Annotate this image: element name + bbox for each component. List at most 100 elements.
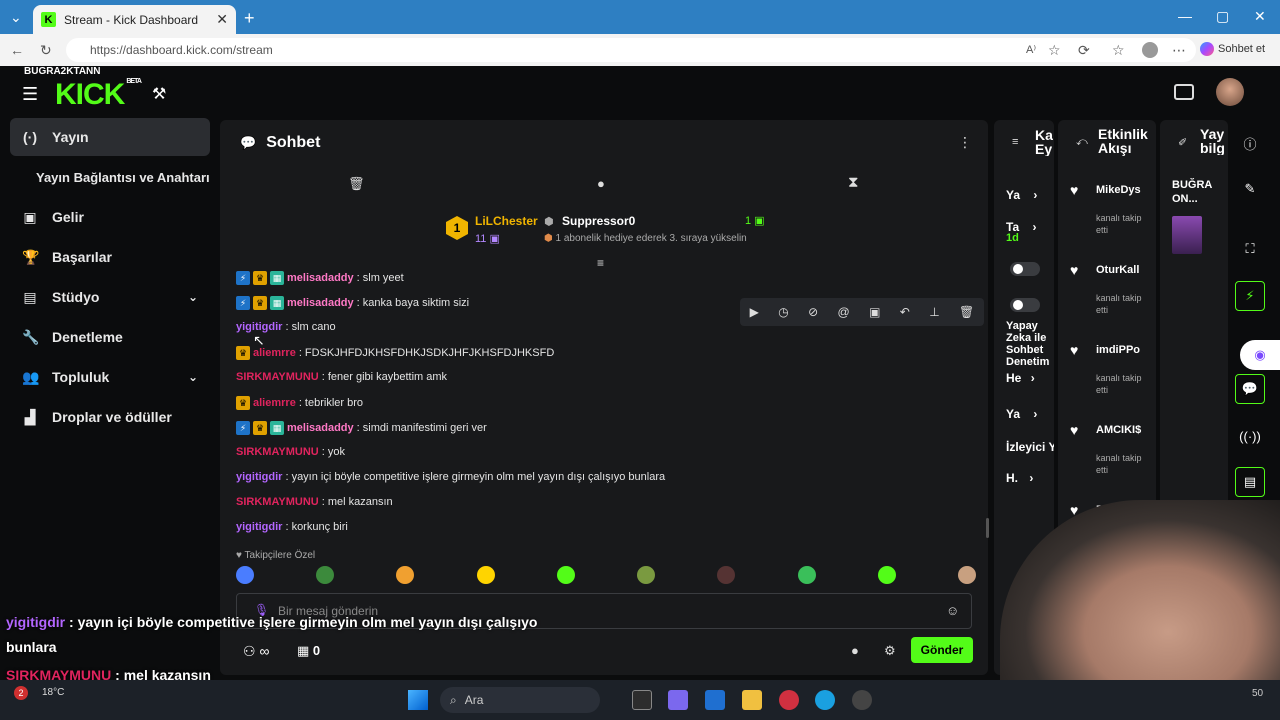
camera-icon[interactable] bbox=[1174, 84, 1194, 100]
teams-icon[interactable] bbox=[668, 690, 688, 710]
close-tab-icon[interactable]: ✕ bbox=[216, 11, 228, 28]
activity-feed-item[interactable]: ♥ OturKall kanalı takip etti bbox=[1070, 262, 1150, 332]
dashboard-icon[interactable]: ▤ bbox=[1235, 467, 1265, 497]
reload-icon[interactable]: ↻ bbox=[40, 42, 52, 59]
profile-icon[interactable] bbox=[1142, 42, 1158, 58]
avatar[interactable] bbox=[1216, 78, 1244, 106]
edge-icon[interactable] bbox=[815, 690, 835, 710]
maximize-icon[interactable]: ▢ bbox=[1216, 8, 1229, 25]
chat-message[interactable]: SIRKMAYMUNU: yok bbox=[236, 446, 345, 458]
minimize-icon[interactable]: — bbox=[1178, 8, 1192, 24]
sidebar-item-topluluk[interactable]: 👥 Topluluk ⌄ bbox=[10, 358, 210, 396]
chat-username[interactable]: aliemrre bbox=[253, 397, 296, 409]
action-row-7[interactable]: H. › bbox=[1006, 471, 1033, 485]
emote-2[interactable] bbox=[316, 566, 335, 584]
emote-9[interactable] bbox=[877, 566, 896, 584]
stream-category-thumbnail[interactable] bbox=[1172, 216, 1202, 254]
chat-message[interactable]: SIRKMAYMUNU: mel kazansın bbox=[236, 496, 393, 508]
extensions-icon[interactable]: ⟳ bbox=[1078, 42, 1090, 59]
chat-username[interactable]: SIRKMAYMUNU bbox=[236, 446, 319, 458]
back-icon[interactable]: ← bbox=[10, 42, 24, 58]
sidebar-item-yayin[interactable]: (·) Yayın bbox=[10, 118, 210, 156]
activity-feed-item[interactable]: ♥ MikeDys kanalı takip etti bbox=[1070, 182, 1150, 252]
chat-message[interactable]: yigitigdir: korkunç biri bbox=[236, 521, 348, 533]
broadcast-signal-icon[interactable]: ((·)) bbox=[1235, 421, 1265, 451]
taskbar-search[interactable]: ⌕ Ara bbox=[440, 687, 600, 713]
task-view-icon[interactable] bbox=[632, 690, 652, 710]
emote-3[interactable] bbox=[396, 566, 415, 584]
toggle-1[interactable] bbox=[1010, 262, 1040, 276]
kick-logo[interactable]: KICK BETA bbox=[55, 78, 142, 112]
collections-icon[interactable]: ☆ bbox=[1112, 42, 1125, 59]
copy-icon[interactable]: ▣ bbox=[869, 305, 880, 319]
emote-6[interactable] bbox=[637, 566, 656, 584]
info-icon[interactable]: ⓘ bbox=[1235, 128, 1265, 158]
emote-1[interactable] bbox=[236, 566, 254, 584]
chat-message[interactable]: yigitigdir: slm cano bbox=[236, 321, 336, 333]
settings-gear-icon[interactable]: ⚙ bbox=[884, 643, 896, 659]
chat-message[interactable]: ♛ aliemrre: tebrikler bro bbox=[236, 396, 363, 410]
more-menu-icon[interactable]: ⋯ bbox=[1172, 42, 1186, 59]
delete-icon[interactable]: 🗑 bbox=[959, 305, 974, 319]
activity-feed-item[interactable]: ♥ imdiPPo kanalı takip etti bbox=[1070, 342, 1150, 412]
sidebar-item-studyo[interactable]: ▤ Stüdyo ⌄ bbox=[10, 278, 210, 316]
store-icon[interactable] bbox=[705, 690, 725, 710]
emote-7[interactable] bbox=[717, 566, 736, 584]
sidebar-item-stream-key[interactable]: Yayın Bağlantısı ve Anahtarı bbox=[24, 158, 220, 196]
assistant-icon[interactable]: ◉ bbox=[1240, 340, 1280, 370]
undo-icon[interactable]: ↶ bbox=[900, 305, 910, 319]
chat-username[interactable]: yigitigdir bbox=[236, 471, 282, 483]
gifter-name[interactable]: LiLChester bbox=[475, 214, 538, 228]
fullscreen-icon[interactable]: ⛶ bbox=[1235, 234, 1265, 264]
tab-menu-icon[interactable]: ⌄ bbox=[10, 9, 22, 26]
sidebar-item-gelir[interactable]: ▣ Gelir bbox=[10, 198, 210, 236]
sidebar-item-denetleme[interactable]: 🔧 Denetleme bbox=[10, 318, 210, 356]
sidebar-item-basarilar[interactable]: 🏆 Başarılar bbox=[10, 238, 210, 276]
trash-icon[interactable]: 🗑 bbox=[348, 176, 365, 192]
chat-scrollbar[interactable] bbox=[986, 518, 989, 538]
timeout-icon[interactable]: ◷ bbox=[778, 305, 788, 319]
chat-username[interactable]: melisadaddy bbox=[287, 272, 354, 284]
chat-username[interactable]: melisadaddy bbox=[287, 422, 354, 434]
play-icon[interactable]: ▶ bbox=[750, 305, 759, 319]
browser-tab[interactable]: K Stream - Kick Dashboard ✕ bbox=[33, 5, 236, 34]
chat-rules-icon[interactable]: ● bbox=[851, 643, 859, 658]
sidebar-item-droplar[interactable]: ▟ Droplar ve ödüller bbox=[10, 398, 210, 436]
lightning-icon[interactable]: ⚡ bbox=[1235, 281, 1265, 311]
chat-message[interactable]: ⚡ ♛ ▦ melisadaddy: kanka baya siktim sizi bbox=[236, 296, 469, 310]
pin-icon[interactable]: ⊥ bbox=[929, 305, 939, 319]
new-tab-icon[interactable]: + bbox=[244, 8, 255, 29]
hammer-icon[interactable]: ⚒ bbox=[152, 84, 166, 104]
start-icon[interactable] bbox=[408, 690, 428, 710]
chat-username[interactable]: melisadaddy bbox=[287, 297, 354, 309]
hamburger-menu-icon[interactable]: ☰ bbox=[22, 84, 38, 105]
slow-mode-icon[interactable]: ⧗ bbox=[848, 174, 859, 191]
chat-message[interactable]: ♛ aliemrre: FDSKJHFDJKHSFDHKJSDKJHFJKHSFD… bbox=[236, 346, 554, 360]
copilot-button[interactable]: Sohbet et bbox=[1200, 42, 1265, 56]
activity-feed-item[interactable]: ♥ AMCIKI$ kanalı takip etti bbox=[1070, 422, 1150, 492]
action-row-4[interactable]: He › bbox=[1006, 371, 1035, 385]
chat-mode-icon[interactable]: ● bbox=[597, 176, 605, 191]
recipient-name[interactable]: Suppressor0 bbox=[562, 214, 635, 228]
mention-icon[interactable]: @ bbox=[838, 305, 850, 319]
opera-icon[interactable] bbox=[779, 690, 799, 710]
chat-username[interactable]: SIRKMAYMUNU bbox=[236, 371, 319, 383]
emote-5[interactable] bbox=[556, 566, 575, 584]
emoji-icon[interactable]: ☺ bbox=[946, 603, 959, 618]
emote-8[interactable] bbox=[797, 566, 816, 584]
edit-icon[interactable]: ✎ bbox=[1235, 174, 1265, 204]
obs-icon[interactable] bbox=[852, 690, 872, 710]
favorite-star-icon[interactable]: ☆ bbox=[1048, 42, 1061, 59]
send-button[interactable]: Gönder bbox=[911, 637, 973, 663]
action-row-5[interactable]: Ya › bbox=[1006, 407, 1037, 421]
chat-more-icon[interactable]: ⋮ bbox=[958, 134, 972, 151]
toggle-ai-moderation[interactable] bbox=[1010, 298, 1040, 312]
chat-message[interactable]: yigitigdir: yayın içi böyle competitive … bbox=[236, 471, 665, 483]
action-row-1[interactable]: Ya › bbox=[1006, 188, 1037, 202]
collapse-pinned-icon[interactable]: ≡ bbox=[597, 256, 604, 270]
close-window-icon[interactable]: ✕ bbox=[1254, 8, 1266, 25]
chat-username[interactable]: yigitigdir bbox=[236, 521, 282, 533]
read-aloud-icon[interactable]: A⁾ bbox=[1026, 43, 1036, 56]
emote-10[interactable] bbox=[957, 566, 976, 584]
file-explorer-icon[interactable] bbox=[742, 690, 762, 710]
